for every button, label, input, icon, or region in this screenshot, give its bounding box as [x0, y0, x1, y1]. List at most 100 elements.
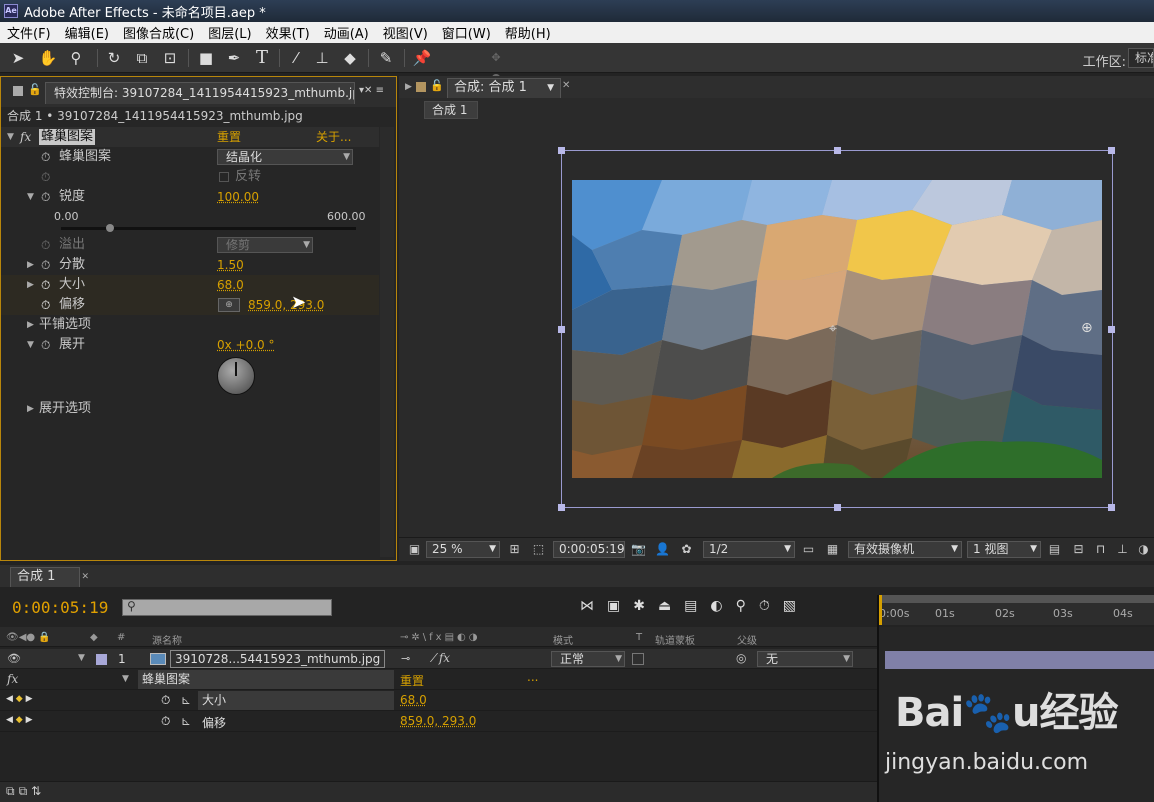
- table-row[interactable]: ◀ ◆ ▶ ⏱ ⊾ 偏移 859.0, 293.0: [0, 712, 877, 732]
- expand-triangle-icon[interactable]: ▶: [27, 275, 34, 295]
- overflow-dropdown[interactable]: 修剪 ▼: [217, 237, 313, 253]
- eraser-icon[interactable]: ◆: [340, 48, 360, 68]
- always-preview-icon[interactable]: ▣: [407, 542, 422, 557]
- size-value[interactable]: 68.0: [400, 693, 427, 707]
- preserve-transparency-checkbox[interactable]: [632, 653, 644, 665]
- selection-icon[interactable]: ➤: [8, 48, 28, 68]
- table-row[interactable]: fx ▼ 蜂巢图案 重置 ...: [0, 670, 877, 690]
- pattern-dropdown[interactable]: 结晶化 ▼: [217, 149, 353, 165]
- layer-duration-bar[interactable]: [885, 651, 1154, 669]
- stopwatch-icon[interactable]: ⏱: [41, 255, 50, 275]
- stopwatch-icon[interactable]: ⏱: [41, 187, 50, 207]
- sharpness-value[interactable]: 100.00: [217, 187, 259, 207]
- anchor-point-icon[interactable]: ⌖: [829, 321, 837, 337]
- col-source-name[interactable]: 源名称: [152, 632, 182, 647]
- tab-timeline[interactable]: 合成 1 ✕: [10, 567, 89, 587]
- panel-close-icon[interactable]: ▾✕ ≡: [359, 85, 384, 96]
- zoom-icon[interactable]: ⚲: [66, 48, 86, 68]
- tab-effect-controls[interactable]: 特效控制台: 39107284_1411954415923_mthumb.jpg: [45, 82, 355, 104]
- menu-animation[interactable]: 动画(A): [317, 23, 376, 42]
- hand-icon[interactable]: ✋: [38, 48, 58, 68]
- rectangle-icon[interactable]: ■: [196, 48, 216, 68]
- rotate-icon[interactable]: ↻: [104, 48, 124, 68]
- fx-switch-icon[interactable]: ⁄ fx: [433, 651, 450, 665]
- roto-brush-icon[interactable]: ✎: [376, 48, 396, 68]
- resolution-dropdown[interactable]: 1/2 ▼: [703, 541, 795, 558]
- composition-viewer[interactable]: ⌖ ⊕: [399, 122, 1154, 537]
- puppet-pin-icon[interactable]: 📌: [412, 48, 432, 68]
- search-input[interactable]: ⚲: [122, 599, 332, 616]
- keyframe-navigator-icon[interactable]: ◀ ◆ ▶: [6, 694, 33, 704]
- slider-thumb[interactable]: [106, 224, 115, 232]
- effect-row-name[interactable]: 蜂巢图案: [138, 670, 394, 689]
- camera-dropdown[interactable]: 有效摄像机 ▼: [848, 541, 962, 558]
- expand-triangle-icon[interactable]: ▶: [27, 255, 34, 275]
- stopwatch-active-icon[interactable]: ⏱: [41, 275, 50, 295]
- expand-triangle-icon[interactable]: ▼: [27, 187, 34, 207]
- clone-stamp-icon[interactable]: ⊥: [312, 48, 332, 68]
- timeline-switches[interactable]: ⋈▣✱⏏▤◐⚲⏱▧: [580, 598, 809, 614]
- menu-file[interactable]: 文件(F): [0, 23, 58, 42]
- parent-dropdown[interactable]: 无 ▼: [757, 651, 853, 667]
- stopwatch-icon[interactable]: ⏱: [41, 147, 50, 167]
- menu-composition[interactable]: 图像合成(C): [116, 23, 201, 42]
- stopwatch-icon[interactable]: ⏱: [41, 335, 50, 355]
- about-button[interactable]: 关于...: [316, 127, 351, 147]
- menu-view[interactable]: 视图(V): [376, 23, 435, 42]
- breadcrumb[interactable]: 合成 1: [424, 101, 478, 119]
- stopwatch-active-icon[interactable]: ⏱: [161, 693, 170, 708]
- offset-value[interactable]: 859.0, 293.0: [400, 714, 476, 728]
- pan-behind-icon[interactable]: ⊡: [160, 48, 180, 68]
- menu-layer[interactable]: 图层(L): [201, 23, 258, 42]
- eye-icon[interactable]: 👁: [7, 652, 21, 665]
- effect-about[interactable]: ...: [527, 670, 538, 684]
- views-dropdown[interactable]: 1 视图 ▼: [967, 541, 1041, 558]
- workspace-dropdown[interactable]: 标准: [1128, 48, 1154, 68]
- color-channels-icon[interactable]: ✿: [679, 542, 694, 557]
- label-color[interactable]: [96, 654, 107, 665]
- invert-checkbox[interactable]: [219, 172, 229, 182]
- timeline-timecode[interactable]: 0:00:05:19: [12, 598, 108, 617]
- fast-preview-icon[interactable]: ▭: [801, 542, 816, 557]
- menu-effect[interactable]: 效果(T): [259, 23, 317, 42]
- keyframe-navigator-icon[interactable]: ◀ ◆ ▶: [6, 715, 33, 725]
- effect-point-icon[interactable]: ⊕: [1081, 320, 1093, 336]
- current-time[interactable]: 0:00:05:19: [553, 541, 625, 558]
- show-snapshot-icon[interactable]: 👤: [655, 542, 670, 557]
- panel-menu-icon[interactable]: ▶: [405, 82, 412, 92]
- fit-icon[interactable]: ⊞: [507, 542, 522, 557]
- timeline-icon[interactable]: ⊟: [1071, 542, 1086, 557]
- transparency-grid-icon[interactable]: ▦: [825, 542, 840, 557]
- collapse-triangle-icon[interactable]: ▼: [7, 127, 14, 147]
- toggle-pixel-icon[interactable]: ▤: [1047, 542, 1062, 557]
- camera-orbit-icon[interactable]: ⧉: [132, 48, 152, 68]
- table-row[interactable]: ◀ ◆ ▶ ⏱ ⊾ 大小 68.0: [0, 691, 877, 711]
- reset-button[interactable]: 重置: [217, 127, 241, 147]
- table-row[interactable]: 👁 ▼ 1 3910728...54415923_mthumb.jpg ⊸ ⁄ …: [0, 649, 877, 669]
- stopwatch-active-icon[interactable]: ⏱: [161, 714, 170, 729]
- menu-window[interactable]: 窗口(W): [435, 23, 498, 42]
- text-icon[interactable]: T: [252, 48, 272, 68]
- brush-icon[interactable]: ⁄: [286, 48, 306, 68]
- expand-triangle-icon[interactable]: ▼: [78, 653, 85, 663]
- layer-name[interactable]: 3910728...54415923_mthumb.jpg: [170, 650, 386, 668]
- tab-composition[interactable]: 合成: 合成 1 ▼: [447, 78, 561, 98]
- comp-flowchart-icon[interactable]: ⊓: [1093, 542, 1108, 557]
- exposure-icon[interactable]: ◑: [1136, 542, 1151, 557]
- effect-name[interactable]: 蜂巢图案: [39, 129, 96, 145]
- playhead[interactable]: [879, 595, 882, 625]
- offset-value[interactable]: 859.0, 293.0: [248, 295, 324, 315]
- evolution-value[interactable]: 0x +0.0 °: [217, 335, 275, 355]
- lock-icon[interactable]: 🔓: [430, 79, 444, 92]
- snapshot-icon[interactable]: 📷: [631, 542, 646, 557]
- timeline-footer-icons[interactable]: ⧉⧉⇅: [6, 784, 45, 799]
- crosshair-icon[interactable]: ⊕: [218, 298, 240, 312]
- menu-edit[interactable]: 编辑(E): [58, 23, 116, 42]
- pen-icon[interactable]: ✒: [224, 48, 244, 68]
- lock-icon[interactable]: 🔓: [28, 83, 42, 96]
- close-icon[interactable]: ✕: [81, 568, 89, 586]
- size-value[interactable]: 68.0: [217, 275, 244, 295]
- panel-scrollbar[interactable]: [380, 127, 394, 557]
- shy-icon[interactable]: ⊸: [401, 652, 410, 665]
- time-ruler[interactable]: 0:00s 01s 02s 03s 04s: [879, 595, 1154, 625]
